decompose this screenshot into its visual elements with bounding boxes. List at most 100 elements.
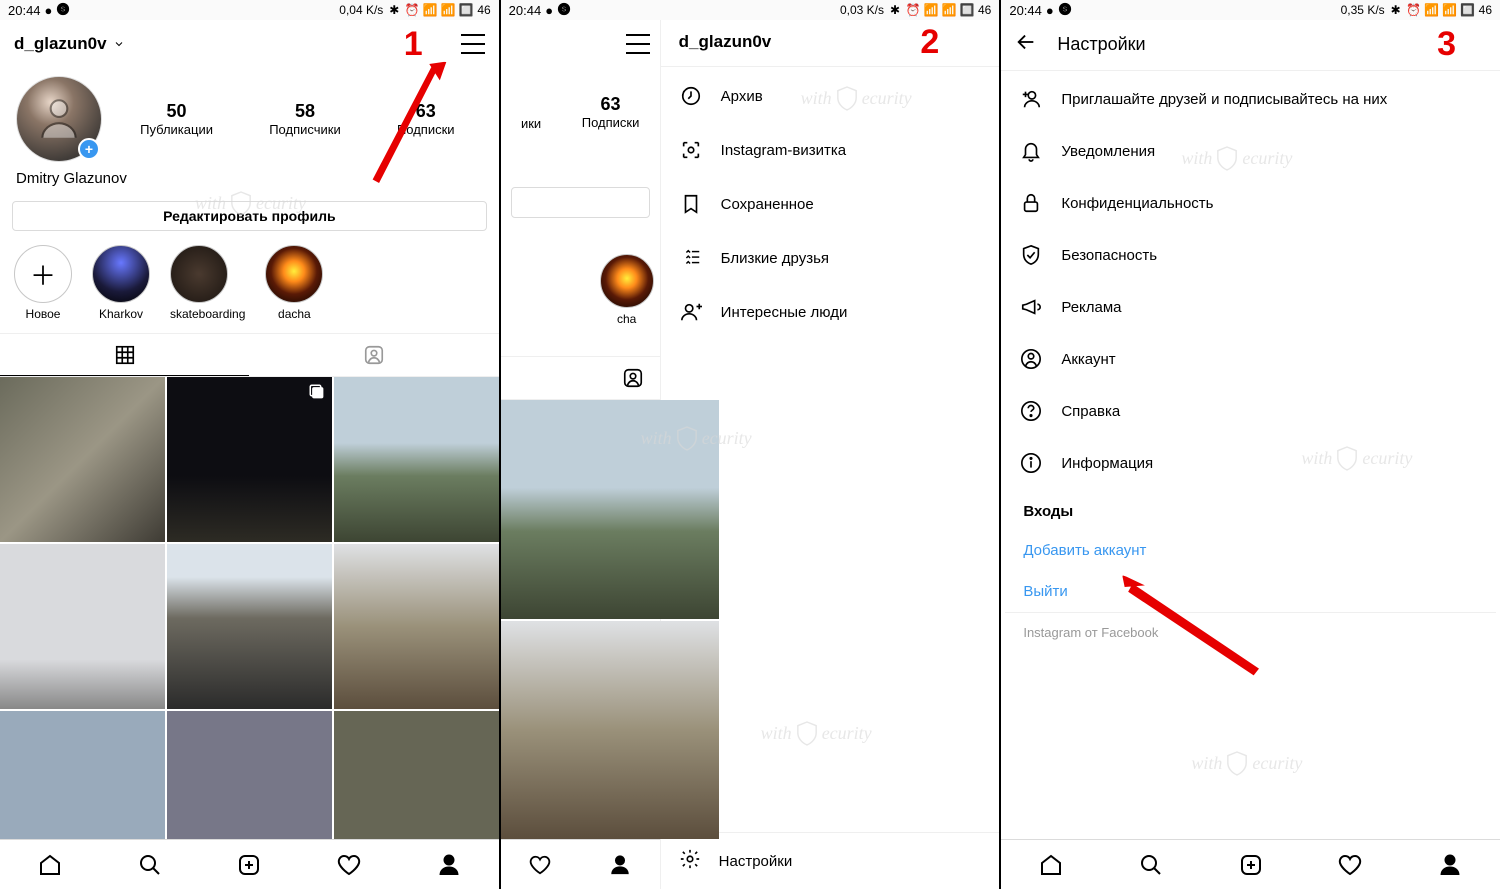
- hamburger-menu-button[interactable]: [461, 34, 485, 54]
- highlight-kharkov[interactable]: Kharkov: [92, 245, 150, 321]
- bluetooth-icon: ✱: [387, 3, 401, 17]
- account-icon: [1019, 347, 1043, 371]
- logout-link[interactable]: Выйти: [1005, 571, 1496, 612]
- menu-nametag[interactable]: Instagram-визитка: [661, 123, 1000, 177]
- menu-settings[interactable]: Настройки: [661, 832, 1000, 889]
- stat-following[interactable]: 63Подписки: [582, 94, 640, 131]
- tagged-icon: [363, 344, 385, 366]
- highlight-skate[interactable]: skateboarding: [170, 245, 245, 321]
- settings-invite[interactable]: Приглашайте друзей и подписывайтесь на н…: [1005, 73, 1496, 125]
- data-rate: 0,03 K/s: [840, 3, 884, 17]
- phone-screen-1: 20:44 ● S 0,04 K/s ✱ ⏰ 📶 📶 🔲 46 d_glazun…: [0, 0, 501, 889]
- close-friends-icon: [679, 246, 703, 270]
- add-account-link[interactable]: Добавить аккаунт: [1005, 530, 1496, 571]
- settings-help[interactable]: Справка: [1005, 385, 1496, 437]
- gallery-cell[interactable]: [0, 544, 165, 709]
- discover-people-icon: [679, 300, 703, 324]
- nav-search[interactable]: [138, 853, 162, 877]
- menu-close-friends[interactable]: Близкие друзья: [661, 231, 1000, 285]
- stat-following[interactable]: 63Подписки: [397, 101, 455, 137]
- heart-icon[interactable]: [529, 854, 551, 876]
- gallery-cell-partial[interactable]: [501, 400, 720, 619]
- svg-text:S: S: [562, 6, 567, 13]
- add-story-badge[interactable]: +: [78, 138, 100, 160]
- shield-icon: [1019, 243, 1043, 267]
- battery-icon: 🔲: [459, 3, 473, 17]
- alarm-icon: ⏰: [1407, 3, 1421, 17]
- stat-partial-followers: ики: [521, 94, 541, 131]
- avatar-container[interactable]: +: [16, 76, 102, 162]
- gallery-cell-partial[interactable]: [501, 621, 720, 840]
- hamburger-menu-button[interactable]: [626, 34, 650, 54]
- menu-saved[interactable]: Сохраненное: [661, 177, 1000, 231]
- stat-followers[interactable]: 58Подписчики: [269, 101, 341, 137]
- menu-archive[interactable]: Архив: [661, 69, 1000, 123]
- nav-add[interactable]: [1239, 853, 1263, 877]
- edit-profile-button-partial[interactable]: [511, 187, 650, 218]
- highlight-dacha[interactable]: dacha: [265, 245, 323, 321]
- back-button[interactable]: [1015, 31, 1037, 58]
- alarm-icon: ⏰: [906, 3, 920, 17]
- logins-section-label: Входы: [1005, 495, 1496, 530]
- svg-text:S: S: [1062, 6, 1067, 13]
- add-post-icon: [237, 853, 261, 877]
- highlight-new[interactable]: ＋Новое: [14, 245, 72, 321]
- nav-profile[interactable]: [1438, 853, 1462, 877]
- heart-icon: [337, 853, 361, 877]
- profile-info-row: + 50Публикации 58Подписчики 63Подписки: [0, 68, 499, 170]
- signal-icon: 📶: [924, 3, 938, 17]
- nav-home[interactable]: [1039, 853, 1063, 877]
- profile-header: d_glazun0v 1: [0, 20, 499, 68]
- bottom-nav: [0, 839, 499, 889]
- nav-activity[interactable]: [1338, 853, 1362, 877]
- gear-icon: [679, 848, 701, 874]
- settings-privacy[interactable]: Конфиденциальность: [1005, 177, 1496, 229]
- settings-notifications[interactable]: Уведомления: [1005, 125, 1496, 177]
- grid-icon: [114, 344, 136, 366]
- nav-search[interactable]: [1139, 853, 1163, 877]
- gallery-cell[interactable]: [0, 711, 165, 839]
- profile-icon[interactable]: [609, 854, 631, 876]
- profile-tabs: [0, 333, 499, 377]
- settings-ads[interactable]: Реклама: [1005, 281, 1496, 333]
- gallery-cell[interactable]: [167, 544, 332, 709]
- nav-add[interactable]: [237, 853, 261, 877]
- drawer-title: d_glazun0v: [661, 20, 790, 64]
- tagged-icon[interactable]: [622, 367, 644, 389]
- nav-activity[interactable]: [337, 853, 361, 877]
- help-icon: [1019, 399, 1043, 423]
- highlight-dacha-partial[interactable]: cha: [600, 254, 654, 326]
- nav-home[interactable]: [38, 853, 62, 877]
- highlights-row: ＋Новое Kharkov skateboarding dacha: [0, 241, 499, 327]
- settings-account[interactable]: Аккаунт: [1005, 333, 1496, 385]
- username-dropdown[interactable]: d_glazun0v: [14, 34, 125, 54]
- tab-tagged[interactable]: [249, 334, 498, 376]
- bell-icon: [1019, 139, 1043, 163]
- phone-screen-3: 20:44 ● S 0,35 K/s ✱ ⏰ 📶 📶 🔲 46 Настройк…: [1001, 0, 1500, 889]
- lock-icon: [1019, 191, 1043, 215]
- settings-security[interactable]: Безопасность: [1005, 229, 1496, 281]
- menu-discover[interactable]: Интересные люди: [661, 285, 1000, 339]
- gallery-cell[interactable]: [167, 711, 332, 839]
- edit-profile-button[interactable]: Редактировать профиль: [12, 201, 487, 231]
- megaphone-icon: [1019, 295, 1043, 319]
- settings-about[interactable]: Информация: [1005, 437, 1496, 489]
- battery-level: 46: [978, 3, 991, 17]
- stat-posts[interactable]: 50Публикации: [140, 101, 213, 137]
- signal-icon: 📶: [1425, 3, 1439, 17]
- phone-screen-2: 20:44 ● S 0,03 K/s ✱ ⏰ 📶 📶 🔲 46 ики 63По…: [501, 0, 1002, 889]
- nav-profile[interactable]: [437, 853, 461, 877]
- gallery-cell[interactable]: [334, 544, 499, 709]
- gallery-cell[interactable]: [334, 711, 499, 839]
- search-icon: [1139, 853, 1163, 877]
- svg-text:S: S: [61, 6, 66, 13]
- nametag-icon: [679, 138, 703, 162]
- bluetooth-icon: ✱: [1389, 3, 1403, 17]
- gallery-cell[interactable]: [0, 377, 165, 542]
- profile-icon: [1438, 853, 1462, 877]
- tab-grid[interactable]: [0, 334, 249, 376]
- gallery-cell[interactable]: [334, 377, 499, 542]
- gallery-cell[interactable]: [167, 377, 332, 542]
- signal2-icon: 📶: [942, 3, 956, 17]
- username-text: d_glazun0v: [14, 34, 107, 54]
